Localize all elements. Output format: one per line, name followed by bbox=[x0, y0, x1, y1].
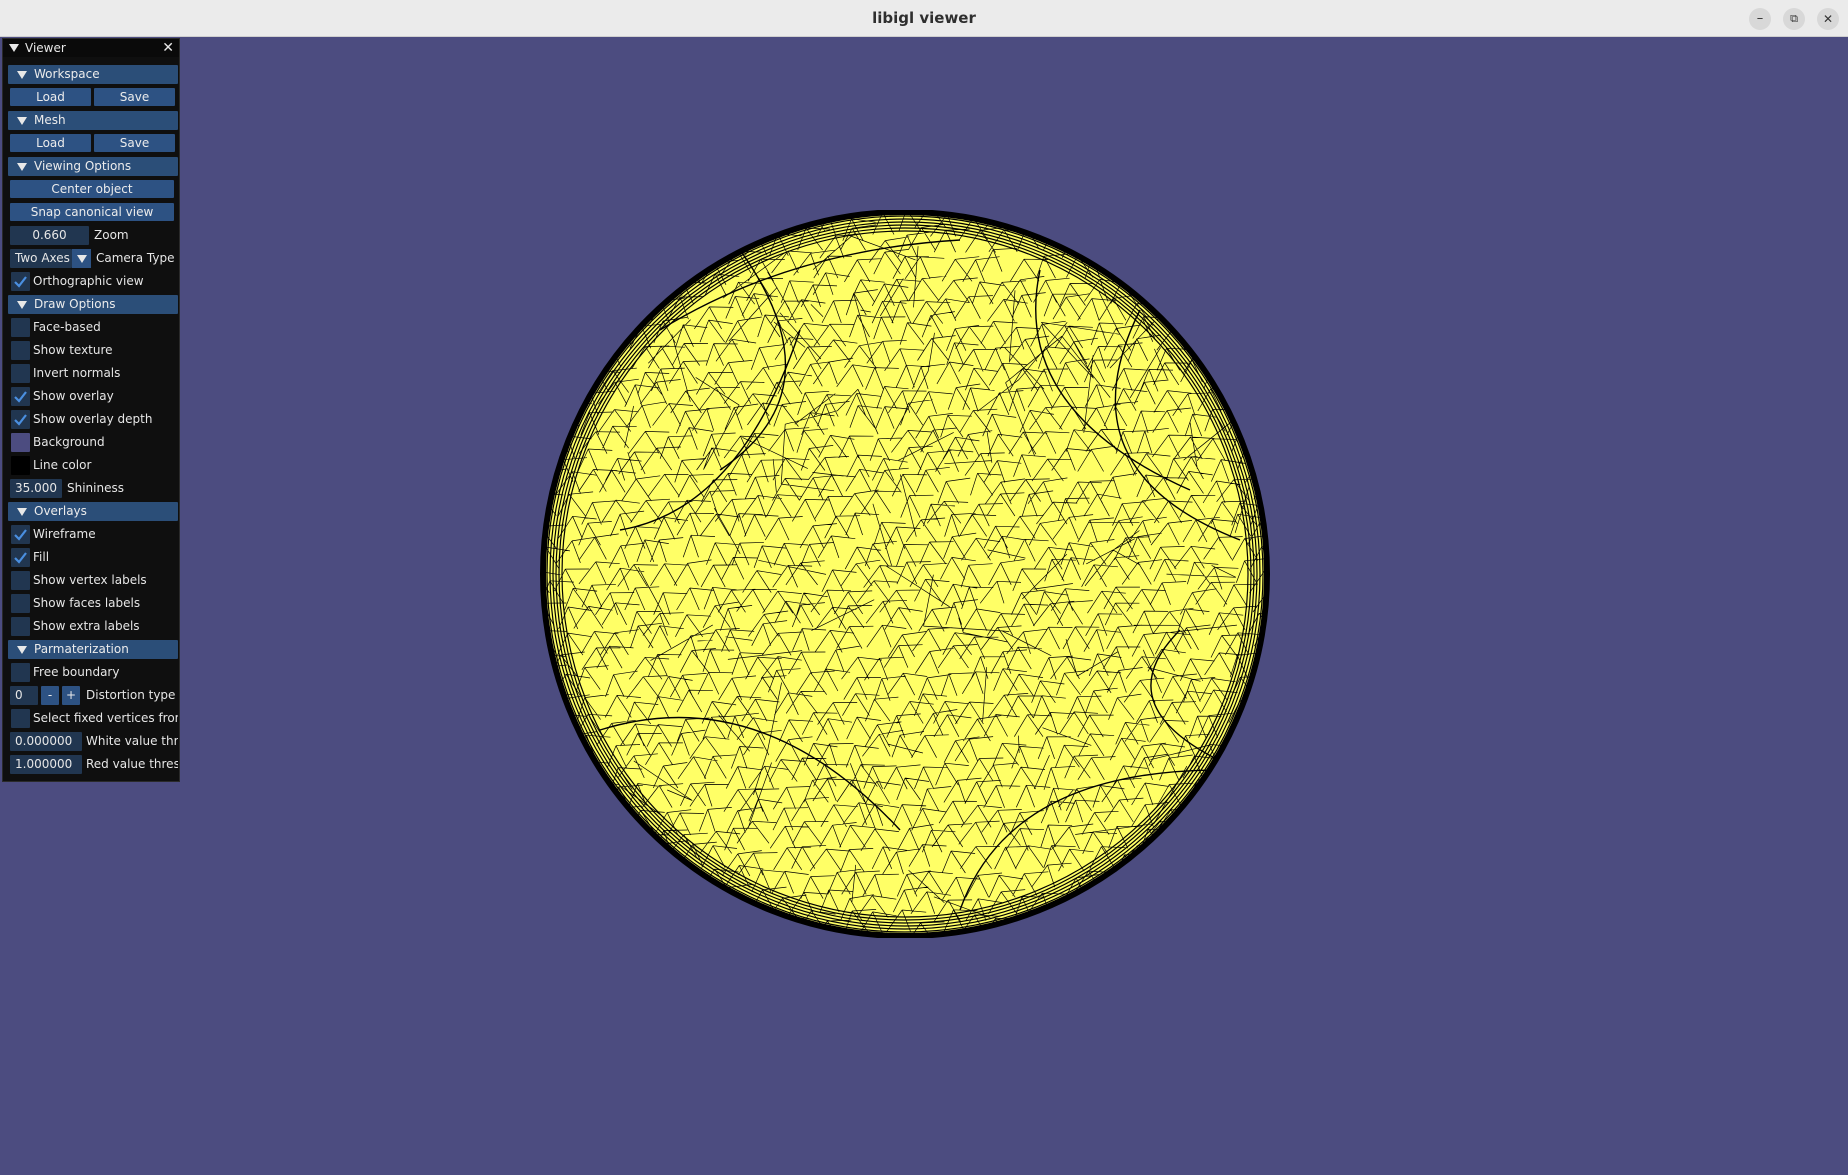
show-overlay-checkbox[interactable] bbox=[11, 387, 30, 406]
center-object-button[interactable]: Center object bbox=[10, 180, 174, 198]
panel-title: Viewer bbox=[25, 41, 66, 55]
mesh-load-button[interactable]: Load bbox=[10, 134, 91, 152]
overlays-header[interactable]: Overlays bbox=[8, 502, 178, 521]
distortion-type-label: Distortion type (1: bbox=[86, 688, 178, 702]
show-texture-checkbox[interactable] bbox=[11, 341, 30, 360]
mesh-sphere[interactable] bbox=[540, 209, 1270, 939]
mesh-header-label: Mesh bbox=[34, 113, 66, 127]
extra-labels-checkbox[interactable] bbox=[11, 617, 30, 636]
draw-options-header-label: Draw Options bbox=[34, 297, 116, 311]
close-icon[interactable]: ✕ bbox=[1817, 8, 1839, 30]
triangle-down-icon bbox=[17, 301, 27, 309]
checkmark-icon bbox=[14, 414, 27, 426]
face-based-checkbox[interactable] bbox=[11, 318, 30, 337]
restore-icon[interactable]: ⧉ bbox=[1783, 8, 1805, 30]
orthographic-view-label: Orthographic view bbox=[33, 274, 144, 288]
workspace-header-label: Workspace bbox=[34, 67, 100, 81]
checkmark-icon bbox=[14, 276, 27, 288]
background-label: Background bbox=[33, 435, 105, 449]
red-threshold-label: Red value threshol bbox=[86, 757, 178, 771]
zoom-label: Zoom bbox=[94, 228, 129, 242]
viewer-panel: Viewer ✕ Workspace Load Save Mesh Load S… bbox=[2, 38, 180, 782]
white-threshold-input[interactable]: 0.000000 bbox=[10, 732, 82, 751]
checkmark-icon bbox=[14, 391, 27, 403]
free-boundary-label: Free boundary bbox=[33, 665, 120, 679]
free-boundary-checkbox[interactable] bbox=[11, 663, 30, 682]
triangle-down-icon bbox=[17, 163, 27, 171]
checkmark-icon bbox=[14, 529, 27, 541]
parameterization-header-label: Parmaterization bbox=[34, 642, 129, 656]
orthographic-view-checkbox[interactable] bbox=[11, 272, 30, 291]
distortion-decrement-button[interactable]: - bbox=[41, 686, 59, 705]
shininess-label: Shininess bbox=[67, 481, 124, 495]
workspace-header[interactable]: Workspace bbox=[8, 65, 178, 84]
shininess-input[interactable]: 35.000 bbox=[10, 479, 62, 498]
triangle-down-icon bbox=[17, 508, 27, 516]
invert-normals-label: Invert normals bbox=[33, 366, 121, 380]
show-texture-label: Show texture bbox=[33, 343, 113, 357]
white-threshold-label: White value thresh bbox=[86, 734, 178, 748]
distortion-type-input[interactable]: 0 bbox=[10, 686, 38, 705]
draw-options-header[interactable]: Draw Options bbox=[8, 295, 178, 314]
mesh-save-button[interactable]: Save bbox=[94, 134, 175, 152]
mesh-render bbox=[540, 209, 1270, 939]
select-fixed-vertices-label: Select fixed vertices from bou bbox=[33, 711, 178, 725]
select-fixed-vertices-checkbox[interactable] bbox=[11, 709, 30, 728]
red-threshold-input[interactable]: 1.000000 bbox=[10, 755, 82, 774]
overlays-header-label: Overlays bbox=[34, 504, 87, 518]
workspace-save-button[interactable]: Save bbox=[94, 88, 175, 106]
show-overlay-depth-checkbox[interactable] bbox=[11, 410, 30, 429]
camera-type-dropdown-button[interactable] bbox=[72, 249, 91, 268]
wireframe-label: Wireframe bbox=[33, 527, 96, 541]
background-color-swatch[interactable] bbox=[11, 433, 30, 452]
vertex-labels-checkbox[interactable] bbox=[11, 571, 30, 590]
invert-normals-checkbox[interactable] bbox=[11, 364, 30, 383]
fill-label: Fill bbox=[33, 550, 50, 564]
fill-checkbox[interactable] bbox=[11, 548, 30, 567]
line-color-label: Line color bbox=[33, 458, 92, 472]
viewing-options-header[interactable]: Viewing Options bbox=[8, 157, 178, 176]
camera-type-select[interactable]: Two Axes bbox=[10, 249, 72, 268]
collapse-triangle-icon[interactable] bbox=[9, 44, 19, 52]
extra-labels-label: Show extra labels bbox=[33, 619, 140, 633]
chevron-down-icon bbox=[77, 255, 87, 263]
face-based-label: Face-based bbox=[33, 320, 101, 334]
panel-titlebar[interactable]: Viewer ✕ bbox=[3, 39, 179, 57]
faces-labels-label: Show faces labels bbox=[33, 596, 141, 610]
distortion-increment-button[interactable]: + bbox=[62, 686, 80, 705]
parameterization-header[interactable]: Parmaterization bbox=[8, 640, 178, 659]
panel-close-icon[interactable]: ✕ bbox=[162, 39, 174, 57]
line-color-swatch[interactable] bbox=[11, 456, 30, 475]
window-titlebar: libigl viewer – ⧉ ✕ bbox=[0, 0, 1848, 37]
checkmark-icon bbox=[14, 552, 27, 564]
faces-labels-checkbox[interactable] bbox=[11, 594, 30, 613]
wireframe-checkbox[interactable] bbox=[11, 525, 30, 544]
workspace-load-button[interactable]: Load bbox=[10, 88, 91, 106]
zoom-input[interactable]: 0.660 bbox=[10, 226, 89, 245]
viewing-options-header-label: Viewing Options bbox=[34, 159, 132, 173]
snap-canonical-view-button[interactable]: Snap canonical view bbox=[10, 203, 174, 221]
mesh-header[interactable]: Mesh bbox=[8, 111, 178, 130]
triangle-down-icon bbox=[17, 117, 27, 125]
vertex-labels-label: Show vertex labels bbox=[33, 573, 147, 587]
triangle-down-icon bbox=[17, 71, 27, 79]
show-overlay-depth-label: Show overlay depth bbox=[33, 412, 153, 426]
camera-type-label: Camera Type bbox=[96, 251, 175, 265]
window-title: libigl viewer bbox=[872, 9, 976, 27]
show-overlay-label: Show overlay bbox=[33, 389, 114, 403]
triangle-down-icon bbox=[17, 646, 27, 654]
minimize-icon[interactable]: – bbox=[1749, 8, 1771, 30]
